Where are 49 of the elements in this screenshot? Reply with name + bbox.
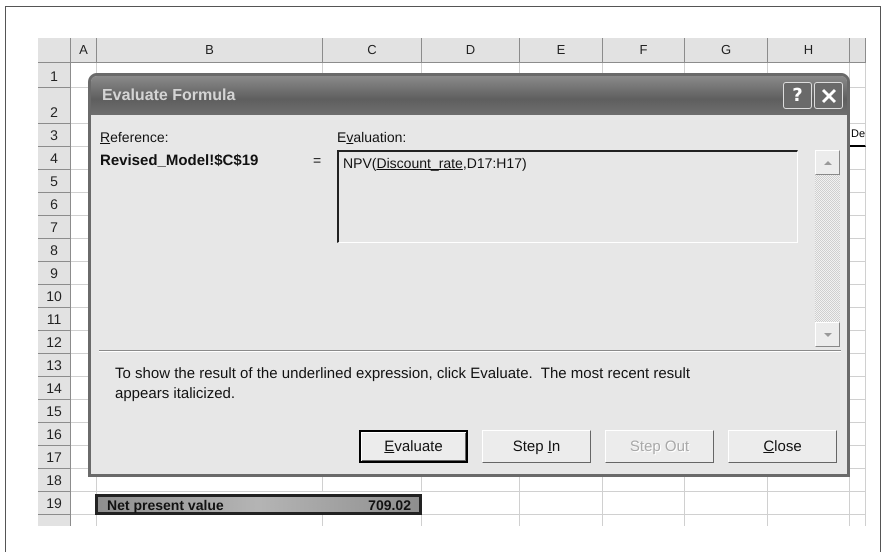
row-header[interactable]: 18 <box>38 469 71 492</box>
dialog-button[interactable]: Step In <box>482 430 591 463</box>
up-arrow-icon <box>824 160 832 164</box>
scroll-up-button[interactable] <box>815 150 840 175</box>
column-header[interactable]: A <box>71 38 97 63</box>
help-button[interactable]: ? <box>783 82 812 109</box>
close-icon <box>820 88 836 104</box>
row-header[interactable]: 11 <box>38 308 71 331</box>
row-header[interactable]: 10 <box>38 285 71 308</box>
instruction-text: To show the result of the underlined expression, click Evaluate. The most recent result appears italicized. <box>115 364 692 404</box>
equals-sign: = <box>312 151 322 168</box>
column-header[interactable]: D <box>422 38 520 63</box>
row-header[interactable]: 17 <box>38 446 71 469</box>
down-arrow-icon <box>824 332 832 336</box>
reference-label: Reference: <box>100 129 170 145</box>
reference-value: Revised_Model!$C$19 <box>100 151 260 169</box>
cell-label: Net present value <box>107 496 224 512</box>
evaluation-label: Evaluation: <box>337 129 408 145</box>
window-title: Evaluate Formula <box>102 86 236 104</box>
row-header[interactable]: 7 <box>38 216 71 239</box>
row-header[interactable]: 5 <box>38 170 71 193</box>
dialog-button[interactable]: Close <box>728 430 837 463</box>
row-header[interactable]: 12 <box>38 331 71 354</box>
scrollbar[interactable] <box>815 150 840 347</box>
row-header[interactable]: 2 <box>38 88 71 124</box>
row-header[interactable]: 1 <box>38 63 71 88</box>
column-header[interactable]: H <box>768 38 850 63</box>
evaluation-field[interactable]: NPV(Discount_rate,D17:H17) <box>337 150 798 243</box>
row-header[interactable]: 4 <box>38 147 71 170</box>
row-header[interactable]: 16 <box>38 423 71 446</box>
select-all-corner[interactable] <box>38 38 71 63</box>
close-button[interactable] <box>814 82 843 109</box>
column-header[interactable]: C <box>323 38 422 63</box>
row-header[interactable]: 9 <box>38 262 71 285</box>
column-header[interactable]: E <box>520 38 603 63</box>
row-header[interactable]: 3 <box>38 124 71 147</box>
column-header[interactable] <box>850 38 866 63</box>
dialog-button[interactable]: Evaluate <box>359 430 468 463</box>
column-header[interactable]: G <box>685 38 768 63</box>
column-header[interactable]: B <box>97 38 323 63</box>
scroll-down-button[interactable] <box>815 322 840 347</box>
row-header[interactable]: 6 <box>38 193 71 216</box>
cell-value: 709.02 <box>368 496 411 512</box>
row-header[interactable]: 13 <box>38 354 71 377</box>
row-header[interactable]: 8 <box>38 239 71 262</box>
row-header[interactable]: 14 <box>38 377 71 400</box>
row-header[interactable]: 19 <box>38 492 71 515</box>
column-header[interactable]: F <box>603 38 685 63</box>
row-header[interactable]: 15 <box>38 400 71 423</box>
